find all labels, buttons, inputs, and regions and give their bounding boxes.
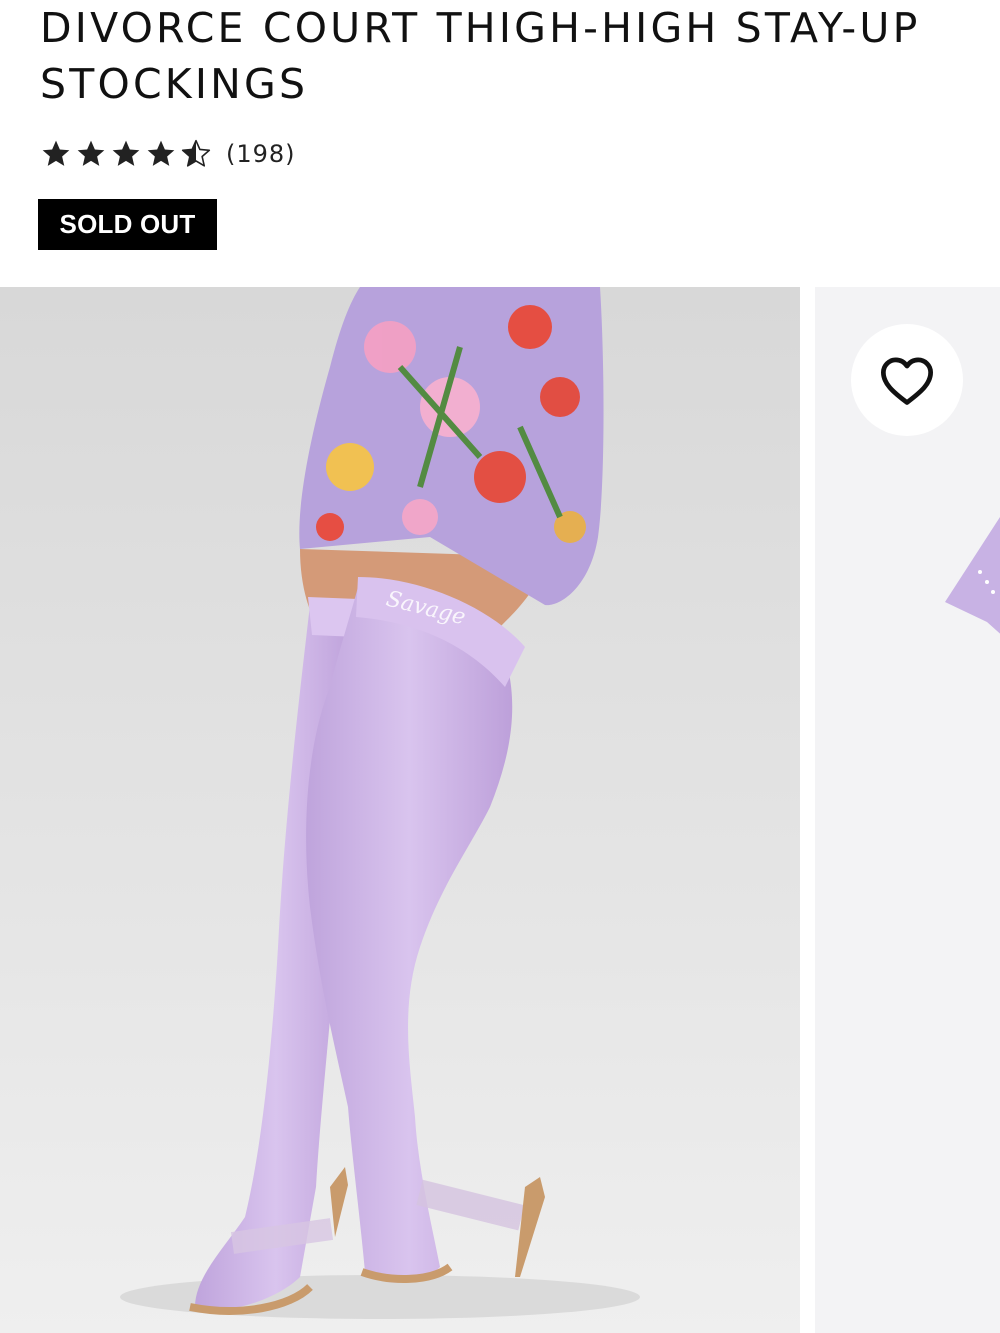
- rating-row[interactable]: (198): [40, 136, 296, 172]
- star-full-icon: [110, 138, 142, 170]
- heart-outline-icon: [881, 357, 933, 405]
- sold-out-badge: SOLD OUT: [38, 199, 217, 250]
- star-half-icon: [180, 138, 212, 170]
- product-photo-next[interactable]: [815, 287, 1000, 1333]
- wishlist-button[interactable]: [851, 324, 963, 436]
- product-image-gallery[interactable]: Savage: [0, 287, 1000, 1333]
- star-full-icon: [75, 138, 107, 170]
- star-full-icon: [40, 138, 72, 170]
- product-title: DIVORCE COURT THIGH-HIGH STAY-UP STOCKIN…: [40, 4, 921, 108]
- product-header: DIVORCE COURT THIGH-HIGH STAY-UP STOCKIN…: [40, 0, 960, 112]
- product-photo-main[interactable]: Savage: [0, 287, 800, 1333]
- star-rating: [40, 138, 212, 170]
- star-full-icon: [145, 138, 177, 170]
- review-count[interactable]: (198): [226, 140, 296, 168]
